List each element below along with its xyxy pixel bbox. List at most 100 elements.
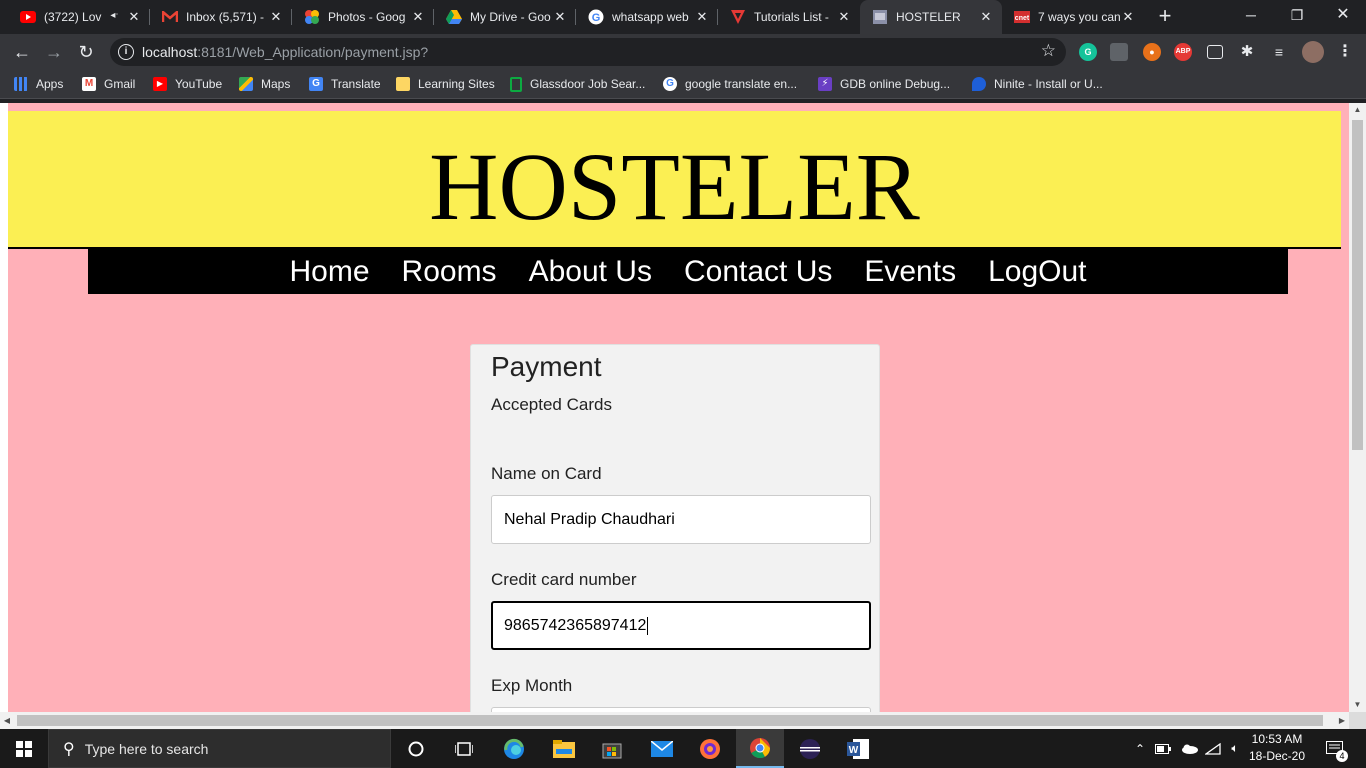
cortana-icon[interactable] bbox=[392, 729, 440, 768]
eclipse-icon[interactable] bbox=[786, 729, 834, 768]
mail-icon[interactable] bbox=[638, 729, 686, 768]
scroll-down-arrow-icon[interactable]: ▼ bbox=[1349, 698, 1366, 712]
svg-text:W: W bbox=[849, 745, 859, 756]
scroll-up-arrow-icon[interactable]: ▲ bbox=[1349, 103, 1366, 117]
address-bar[interactable]: i localhost:8181/Web_Application/payment… bbox=[110, 38, 1066, 66]
bookmark-glassdoor[interactable]: Glassdoor Job Sear... bbox=[510, 76, 645, 92]
scrollbar-corner bbox=[1349, 712, 1366, 729]
microsoft-store-icon[interactable] bbox=[588, 729, 636, 768]
bookmark-youtube[interactable]: ▶ YouTube bbox=[153, 76, 222, 92]
onedrive-cloud-icon[interactable] bbox=[1180, 729, 1198, 768]
close-window-button[interactable]: ✕ bbox=[1320, 0, 1366, 30]
volume-icon[interactable]: 🔈︎ bbox=[1226, 729, 1244, 768]
bookmark-maps[interactable]: Maps bbox=[239, 76, 290, 92]
tab-close-button[interactable]: ✕ bbox=[978, 9, 994, 25]
extensions-puzzle-icon[interactable]: ✱ bbox=[1238, 43, 1256, 61]
tab-hosteler[interactable]: HOSTELER ✕ bbox=[860, 0, 1002, 34]
reload-button[interactable]: ↻ bbox=[72, 38, 100, 66]
payment-card: Payment Accepted Cards Name on Card Neha… bbox=[470, 344, 880, 729]
firefox-icon[interactable] bbox=[686, 729, 734, 768]
scroll-left-arrow-icon[interactable]: ◀ bbox=[0, 712, 14, 729]
page-left-margin bbox=[0, 103, 8, 729]
wifi-icon[interactable] bbox=[1204, 729, 1222, 768]
minimize-button[interactable]: ─ bbox=[1228, 0, 1274, 30]
horizontal-scroll-thumb[interactable] bbox=[17, 715, 1323, 726]
text-caret bbox=[647, 616, 649, 635]
audio-playing-icon: ◂ᐧ bbox=[110, 10, 118, 21]
svg-text:cnet: cnet bbox=[1015, 15, 1030, 22]
nav-about-us[interactable]: About Us bbox=[529, 249, 652, 294]
payment-heading: Payment bbox=[491, 351, 602, 382]
restore-button[interactable]: ❐ bbox=[1274, 0, 1320, 30]
site-info-icon[interactable]: i bbox=[118, 44, 134, 60]
taskbar-clock[interactable]: 10:53 AM 18-Dec-20 bbox=[1246, 731, 1308, 765]
tab-tutorials[interactable]: Tutorials List - ✕ bbox=[710, 0, 860, 34]
task-view-icon[interactable] bbox=[440, 729, 488, 768]
tab-close-button[interactable]: ✕ bbox=[126, 9, 142, 25]
google-icon: G bbox=[588, 9, 604, 25]
nav-rooms[interactable]: Rooms bbox=[402, 249, 497, 294]
bookmark-learning-sites[interactable]: Learning Sites bbox=[396, 76, 495, 92]
tab-close-button[interactable]: ✕ bbox=[268, 9, 284, 25]
youtube-icon: ▶ bbox=[153, 77, 167, 91]
tab-youtube[interactable]: (3722) Lov ◂ᐧ ✕ bbox=[0, 0, 150, 34]
tab-close-button[interactable]: ✕ bbox=[1120, 9, 1136, 25]
name-on-card-label: Name on Card bbox=[491, 464, 602, 483]
gmail-icon: M bbox=[82, 77, 96, 91]
extension-icon[interactable] bbox=[1110, 43, 1128, 61]
bookmarks-bar: Apps M Gmail ▶ YouTube Maps G Translate Lea… bbox=[0, 70, 1366, 99]
bookmark-gmail[interactable]: M Gmail bbox=[82, 76, 135, 92]
tab-close-button[interactable]: ✕ bbox=[836, 9, 852, 25]
menu-kebab-icon[interactable]: ⋮ bbox=[1336, 43, 1354, 61]
action-center-icon[interactable]: 4 bbox=[1320, 729, 1350, 768]
bookmark-google-translate[interactable]: Ggoogle translate en... bbox=[663, 76, 797, 92]
url-text: localhost:8181/Web_Application/payment.j… bbox=[142, 44, 429, 60]
grammarly-icon[interactable]: G bbox=[1079, 43, 1097, 61]
horizontal-scrollbar[interactable]: ◀ ▶ bbox=[0, 712, 1349, 729]
tab-drive[interactable]: My Drive - Goo ✕ bbox=[426, 0, 576, 34]
forward-button[interactable]: → bbox=[40, 38, 68, 66]
word-icon[interactable]: W bbox=[834, 729, 882, 768]
translate-icon: G bbox=[309, 77, 323, 91]
svg-text:G: G bbox=[592, 12, 601, 24]
vertical-scroll-thumb[interactable] bbox=[1352, 120, 1363, 450]
nav-logout[interactable]: LogOut bbox=[988, 249, 1086, 294]
vertical-scrollbar[interactable]: ▲ ▼ bbox=[1349, 103, 1366, 712]
tab-close-button[interactable]: ✕ bbox=[410, 9, 426, 25]
tab-close-button[interactable]: ✕ bbox=[552, 9, 568, 25]
battery-icon[interactable] bbox=[1154, 729, 1172, 768]
adblock-plus-icon[interactable]: ABP bbox=[1174, 43, 1192, 61]
ninite-icon bbox=[972, 77, 986, 91]
tab-close-button[interactable]: ✕ bbox=[694, 9, 710, 25]
chrome-taskbar-icon[interactable] bbox=[736, 729, 784, 768]
bookmark-apps[interactable]: Apps bbox=[14, 76, 63, 92]
nav-events[interactable]: Events bbox=[864, 249, 956, 294]
profile-avatar[interactable] bbox=[1302, 41, 1324, 63]
scroll-right-arrow-icon[interactable]: ▶ bbox=[1335, 712, 1349, 729]
gmail-icon bbox=[162, 9, 178, 25]
tab-photos[interactable]: Photos - Goog ✕ bbox=[284, 0, 434, 34]
show-hidden-icons-chevron-icon[interactable]: ⌃ bbox=[1132, 729, 1148, 768]
extension-bug-icon[interactable]: ● bbox=[1143, 43, 1161, 61]
bookmark-gdb[interactable]: ⚡ GDB online Debug... bbox=[818, 76, 950, 92]
edge-icon[interactable] bbox=[490, 729, 538, 768]
taskbar-search-box[interactable]: ⚲ Type here to search bbox=[48, 729, 391, 768]
back-button[interactable]: ← bbox=[8, 38, 36, 66]
cast-icon[interactable] bbox=[1207, 45, 1223, 59]
nav-contact-us[interactable]: Contact Us bbox=[684, 249, 832, 294]
tab-whatsapp-search[interactable]: G whatsapp web ✕ bbox=[568, 0, 718, 34]
tab-gmail[interactable]: Inbox (5,571) - ✕ bbox=[142, 0, 292, 34]
windows-start-button[interactable] bbox=[0, 729, 48, 768]
site-title: HOSTELER bbox=[429, 133, 920, 240]
credit-card-input[interactable]: 9865742365897412 bbox=[491, 601, 871, 650]
cnet-icon: cnet bbox=[1014, 9, 1030, 25]
bookmark-translate[interactable]: G Translate bbox=[309, 76, 381, 92]
media-controls-icon[interactable]: ≡ bbox=[1270, 43, 1288, 61]
nav-home[interactable]: Home bbox=[290, 249, 370, 294]
tab-cnet[interactable]: cnet 7 ways you can ✕ bbox=[994, 0, 1144, 34]
name-on-card-input[interactable]: Nehal Pradip Chaudhari bbox=[491, 495, 871, 544]
bookmark-star-icon[interactable]: ☆ bbox=[1041, 41, 1056, 61]
file-explorer-icon[interactable] bbox=[540, 729, 588, 768]
bookmark-ninite[interactable]: Ninite - Install or U... bbox=[972, 76, 1103, 92]
new-tab-button[interactable]: + bbox=[1153, 5, 1177, 29]
